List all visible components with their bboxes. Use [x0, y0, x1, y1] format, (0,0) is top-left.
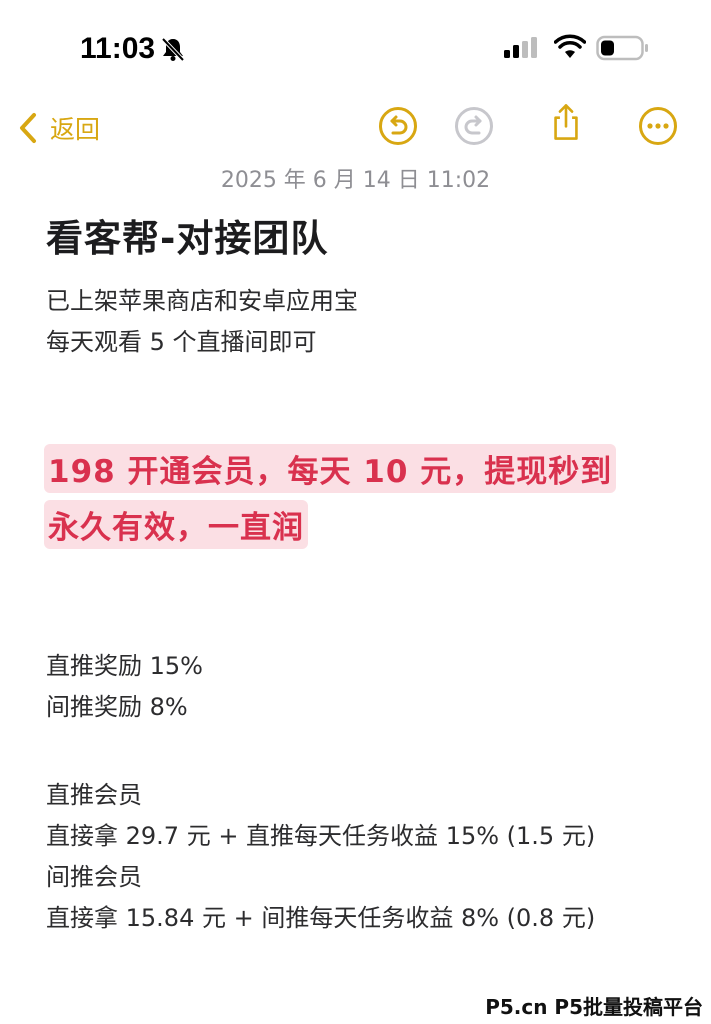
note-line: 每天观看 5 个直播间即可: [46, 328, 317, 356]
note-title: 看客帮-对接团队: [46, 217, 329, 260]
note-line: 间推会员: [46, 863, 142, 891]
note-line: 间推奖励 8%: [46, 693, 188, 721]
note-line: 直接拿 29.7 元 + 直推每天任务收益 15% (1.5 元): [46, 822, 596, 850]
highlighted-line: 198 开通会员，每天 10 元，提现秒到: [44, 444, 617, 493]
note-line: 已上架苹果商店和安卓应用宝: [46, 287, 358, 315]
back-button[interactable]: 返回: [18, 108, 100, 148]
note-toolbar: 返回: [0, 100, 711, 156]
status-time: 11:03: [80, 32, 156, 65]
signal-icon: [504, 37, 537, 58]
note-line: 直推奖励 15%: [46, 652, 203, 680]
note-date: 2025 年 6 月 14 日 11:02: [220, 168, 491, 193]
redo-icon[interactable]: [454, 106, 494, 146]
bell-slash-icon: [161, 37, 185, 62]
note-line: 直接拿 15.84 元 + 间推每天任务收益 8% (0.8 元): [46, 904, 596, 932]
wifi-icon: [554, 34, 586, 58]
chevron-left-icon: [20, 113, 36, 143]
status-bar: 11:03: [0, 0, 711, 96]
note-line: 直推会员: [46, 781, 142, 809]
undo-icon[interactable]: [378, 106, 418, 146]
back-label: 返回: [50, 115, 101, 144]
more-icon[interactable]: [638, 106, 678, 146]
highlighted-line: 永久有效，一直润: [44, 500, 308, 549]
watermark: P5.cn P5批量投稿平台: [485, 995, 703, 1019]
share-icon[interactable]: [546, 102, 586, 142]
battery-icon: [596, 35, 648, 61]
